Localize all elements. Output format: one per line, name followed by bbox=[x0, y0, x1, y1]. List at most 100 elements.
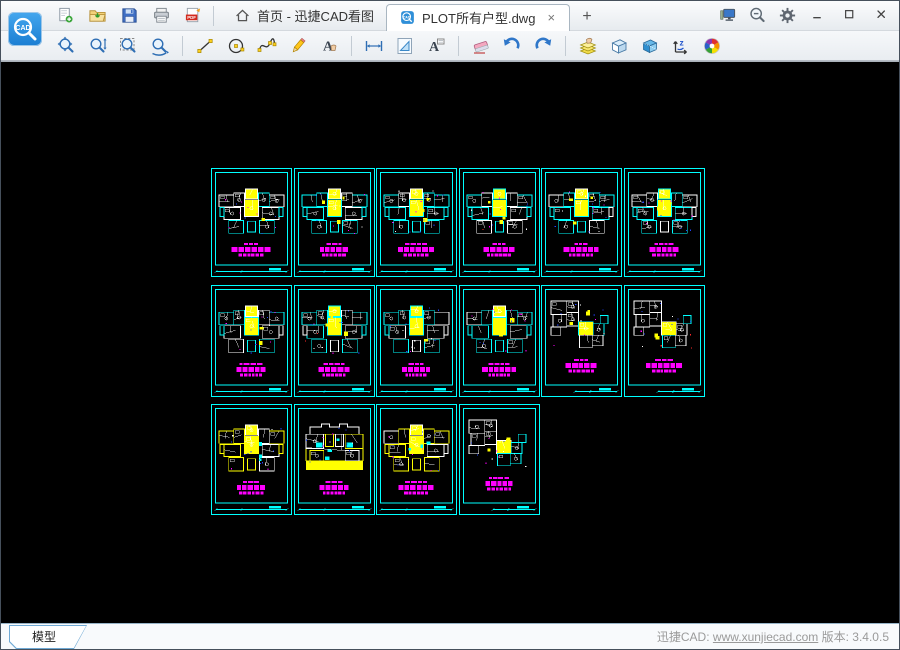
polyline-tool-icon bbox=[257, 36, 277, 56]
toolbar-separator bbox=[565, 35, 566, 56]
settings-button[interactable] bbox=[775, 4, 799, 28]
zoom-vertical-icon bbox=[88, 36, 108, 56]
undo-button[interactable] bbox=[500, 34, 524, 58]
floorplan-cell bbox=[376, 404, 458, 515]
tab-home[interactable]: 首页 - 迅捷CAD看图 bbox=[222, 1, 386, 31]
titlebar: CAD PDF 首页 - 迅捷CAD看图 CAD PLOT所有户型.dwg × + bbox=[1, 1, 899, 46]
minimize-button[interactable] bbox=[805, 5, 831, 27]
redo-icon bbox=[533, 36, 553, 56]
zoom-window-icon bbox=[119, 36, 139, 56]
view-3d-button[interactable] bbox=[638, 34, 662, 58]
maximize-button[interactable] bbox=[837, 5, 863, 27]
svg-text:CAD: CAD bbox=[403, 15, 411, 19]
model-space-tab-label: 模型 bbox=[10, 626, 86, 648]
drawing-toolbar: A Az bbox=[1, 31, 899, 61]
print-icon bbox=[152, 6, 171, 25]
website-link[interactable]: www.xunjiecad.com bbox=[713, 630, 818, 644]
floorplan-cell bbox=[376, 285, 458, 397]
floorplan-cell bbox=[293, 404, 375, 515]
find-drawing-button[interactable] bbox=[745, 4, 769, 28]
statusbar-brand: 迅捷CAD: www.xunjiecad.com 版本: 3.4.0.5 bbox=[657, 628, 899, 645]
file-actions-group: PDF bbox=[53, 4, 205, 28]
new-file-button[interactable] bbox=[53, 4, 77, 28]
box-3d-icon bbox=[609, 36, 629, 56]
cad-file-icon: CAD bbox=[399, 9, 416, 26]
titlebar-separator bbox=[213, 5, 214, 26]
save-file-button[interactable] bbox=[117, 4, 141, 28]
pan-zoom-icon bbox=[57, 36, 77, 56]
measure-distance-button[interactable] bbox=[362, 34, 386, 58]
floorplan-cell bbox=[624, 168, 705, 277]
floorplan-cell bbox=[293, 168, 375, 277]
redo-button[interactable] bbox=[531, 34, 555, 58]
tab-close-icon[interactable]: × bbox=[545, 11, 557, 24]
circle-tool-icon bbox=[226, 36, 246, 56]
eraser-button[interactable] bbox=[469, 34, 493, 58]
print-button[interactable] bbox=[149, 4, 173, 28]
svg-text:z: z bbox=[680, 37, 684, 47]
close-icon bbox=[875, 8, 890, 23]
tab-label: 首页 - 迅捷CAD看图 bbox=[257, 9, 375, 24]
text-annotation-button[interactable]: A bbox=[424, 34, 448, 58]
zoom-previous-button[interactable] bbox=[148, 34, 172, 58]
open-folder-icon bbox=[88, 6, 107, 25]
floorplan-cell bbox=[293, 285, 375, 397]
model-space-tab[interactable]: 模型 bbox=[9, 625, 87, 649]
drawing-canvas[interactable] bbox=[1, 61, 899, 623]
search-minus-icon bbox=[748, 6, 767, 25]
pan-zoom-button[interactable] bbox=[55, 34, 79, 58]
tab-plot-dwg[interactable]: CAD PLOT所有户型.dwg × bbox=[386, 3, 571, 31]
draw-text-button[interactable]: A bbox=[317, 34, 341, 58]
draw-circle-button[interactable] bbox=[224, 34, 248, 58]
document-tabs: 首页 - 迅捷CAD看图 CAD PLOT所有户型.dwg × + bbox=[222, 1, 598, 31]
toolbar-separator bbox=[182, 35, 183, 56]
measure-distance-icon bbox=[364, 36, 384, 56]
open-file-button[interactable] bbox=[85, 4, 109, 28]
axis-z-button[interactable]: z bbox=[669, 34, 693, 58]
floorplan-cell bbox=[624, 285, 705, 397]
export-pdf-button[interactable]: PDF bbox=[181, 4, 205, 28]
svg-text:PDF: PDF bbox=[187, 15, 196, 20]
maximize-icon bbox=[843, 8, 858, 23]
zoom-window-button[interactable] bbox=[117, 34, 141, 58]
eraser-icon bbox=[471, 36, 491, 56]
home-icon bbox=[234, 7, 251, 24]
tab-label: PLOT所有户型.dwg bbox=[422, 11, 536, 26]
settings-gear-icon bbox=[778, 6, 797, 25]
zoom-previous-icon bbox=[150, 36, 170, 56]
line-tool-icon bbox=[195, 36, 215, 56]
floorplan-cell bbox=[458, 168, 540, 277]
draw-line-button[interactable] bbox=[193, 34, 217, 58]
floorplan-cell bbox=[458, 404, 540, 515]
layers-button[interactable] bbox=[576, 34, 600, 58]
background-color-button[interactable] bbox=[700, 34, 724, 58]
floorplan-cell bbox=[211, 404, 292, 515]
new-tab-button[interactable]: + bbox=[576, 6, 598, 28]
screen-device-icon bbox=[718, 6, 737, 25]
cad-logo-icon: CAD bbox=[13, 17, 37, 41]
export-pdf-icon: PDF bbox=[184, 6, 203, 25]
view-3d-icon bbox=[640, 36, 660, 56]
floorplan-cell bbox=[211, 285, 292, 397]
minimize-icon bbox=[811, 8, 826, 23]
draw-freehand-button[interactable] bbox=[286, 34, 310, 58]
app-logo-button[interactable]: CAD bbox=[8, 12, 42, 46]
box-3d-button[interactable] bbox=[607, 34, 631, 58]
floorplan-cell bbox=[541, 285, 623, 397]
screen-device-button[interactable] bbox=[715, 4, 739, 28]
version-label: 版本: 3.4.0.5 bbox=[821, 630, 889, 644]
floorplan-cell bbox=[541, 168, 623, 277]
svg-text:CAD: CAD bbox=[15, 25, 30, 32]
color-wheel-icon bbox=[702, 36, 722, 56]
brand-label: 迅捷CAD: bbox=[656, 630, 710, 644]
measure-area-button[interactable] bbox=[393, 34, 417, 58]
app-window: CAD PDF 首页 - 迅捷CAD看图 CAD PLOT所有户型.dwg × + AA… bbox=[0, 0, 900, 650]
floorplan-cell bbox=[211, 168, 292, 277]
close-button[interactable] bbox=[869, 5, 895, 27]
text-tool-icon: A bbox=[319, 36, 339, 56]
zoom-realtime-button[interactable] bbox=[86, 34, 110, 58]
new-file-icon bbox=[56, 6, 75, 25]
pencil-tool-icon bbox=[288, 36, 308, 56]
undo-icon bbox=[502, 36, 522, 56]
draw-polyline-button[interactable] bbox=[255, 34, 279, 58]
